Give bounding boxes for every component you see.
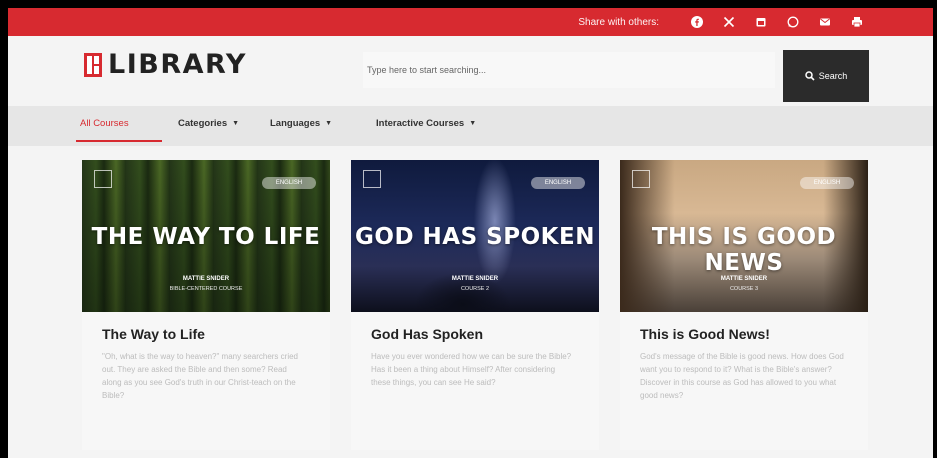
- course-cover-image[interactable]: ENGLISH THE WAY TO LIFE MATTIE SNIDER BI…: [82, 160, 330, 312]
- language-badge: ENGLISH: [531, 177, 585, 189]
- course-cover-image[interactable]: ENGLISH THIS IS GOOD NEWS MATTIE SNIDER …: [620, 160, 868, 312]
- cover-course: COURSE 2: [460, 286, 490, 292]
- cover-title: THE WAY TO LIFE: [91, 224, 321, 250]
- course-card[interactable]: ENGLISH THE WAY TO LIFE MATTIE SNIDER BI…: [82, 160, 330, 450]
- language-badge: ENGLISH: [800, 177, 854, 189]
- card-description: "Oh, what is the way to heaven?" many se…: [102, 352, 298, 400]
- search-button[interactable]: Search: [783, 50, 869, 102]
- tab-interactive-courses[interactable]: Interactive Courses ▼: [376, 118, 476, 129]
- course-card[interactable]: ENGLISH GOD HAS SPOKEN MATTIE SNIDER COU…: [351, 160, 599, 450]
- whatsapp-icon[interactable]: [787, 16, 799, 28]
- cover-author: MATTIE SNIDER: [182, 276, 230, 282]
- publisher-logo-icon: [94, 170, 112, 188]
- tab-label: All Courses: [80, 118, 129, 129]
- cover-author: MATTIE SNIDER: [451, 276, 499, 282]
- category-nav: All Courses Categories ▼ Languages ▼ Int…: [8, 106, 933, 146]
- site-header: LIBRARY Search: [8, 36, 933, 102]
- cover-title: GOD HAS SPOKEN: [355, 224, 595, 250]
- site-logo[interactable]: LIBRARY: [84, 49, 247, 80]
- logo-text: LIBRARY: [108, 49, 247, 80]
- search-icon: [804, 71, 815, 81]
- page-frame: Share with others: LIBRARY Type here to …: [8, 8, 933, 458]
- tab-label: Languages: [270, 118, 321, 129]
- language-badge: ENGLISH: [262, 177, 316, 189]
- tab-languages[interactable]: Languages ▼: [270, 118, 332, 129]
- cover-course: COURSE 3: [729, 286, 759, 292]
- print-icon[interactable]: [851, 16, 863, 28]
- tab-categories[interactable]: Categories ▼: [178, 118, 239, 129]
- x-icon[interactable]: [723, 16, 735, 28]
- card-title[interactable]: God Has Spoken: [371, 326, 483, 342]
- chevron-down-icon: ▼: [325, 120, 333, 127]
- tab-all-courses[interactable]: All Courses: [80, 118, 129, 129]
- card-description: Have you ever wondered how we can be sur…: [371, 352, 572, 387]
- facebook-icon[interactable]: [691, 16, 703, 28]
- share-label: Share with others:: [578, 16, 659, 28]
- tab-label: Categories: [178, 118, 228, 129]
- active-tab-indicator: [76, 140, 162, 142]
- tab-label: Interactive Courses: [376, 118, 465, 129]
- cover-course: BIBLE-CENTERED COURSE: [169, 286, 243, 292]
- chevron-down-icon: ▼: [469, 120, 477, 127]
- calendar-icon[interactable]: [755, 16, 767, 28]
- cover-title: THIS IS GOOD NEWS: [651, 224, 837, 276]
- logo-mark-icon: [84, 52, 102, 77]
- email-icon[interactable]: [819, 16, 831, 28]
- publisher-logo-icon: [632, 170, 650, 188]
- course-cover-image[interactable]: ENGLISH GOD HAS SPOKEN MATTIE SNIDER COU…: [351, 160, 599, 312]
- chevron-down-icon: ▼: [232, 120, 240, 127]
- publisher-logo-icon: [363, 170, 381, 188]
- card-description: God's message of the Bible is good news.…: [640, 352, 844, 400]
- share-bar: Share with others:: [8, 8, 933, 36]
- search-input[interactable]: [363, 52, 775, 88]
- card-title[interactable]: This is Good News!: [640, 326, 770, 342]
- search-button-label: Search: [818, 71, 848, 81]
- card-title[interactable]: The Way to Life: [102, 326, 205, 342]
- course-card[interactable]: ENGLISH THIS IS GOOD NEWS MATTIE SNIDER …: [620, 160, 868, 450]
- cover-author: MATTIE SNIDER: [720, 276, 768, 282]
